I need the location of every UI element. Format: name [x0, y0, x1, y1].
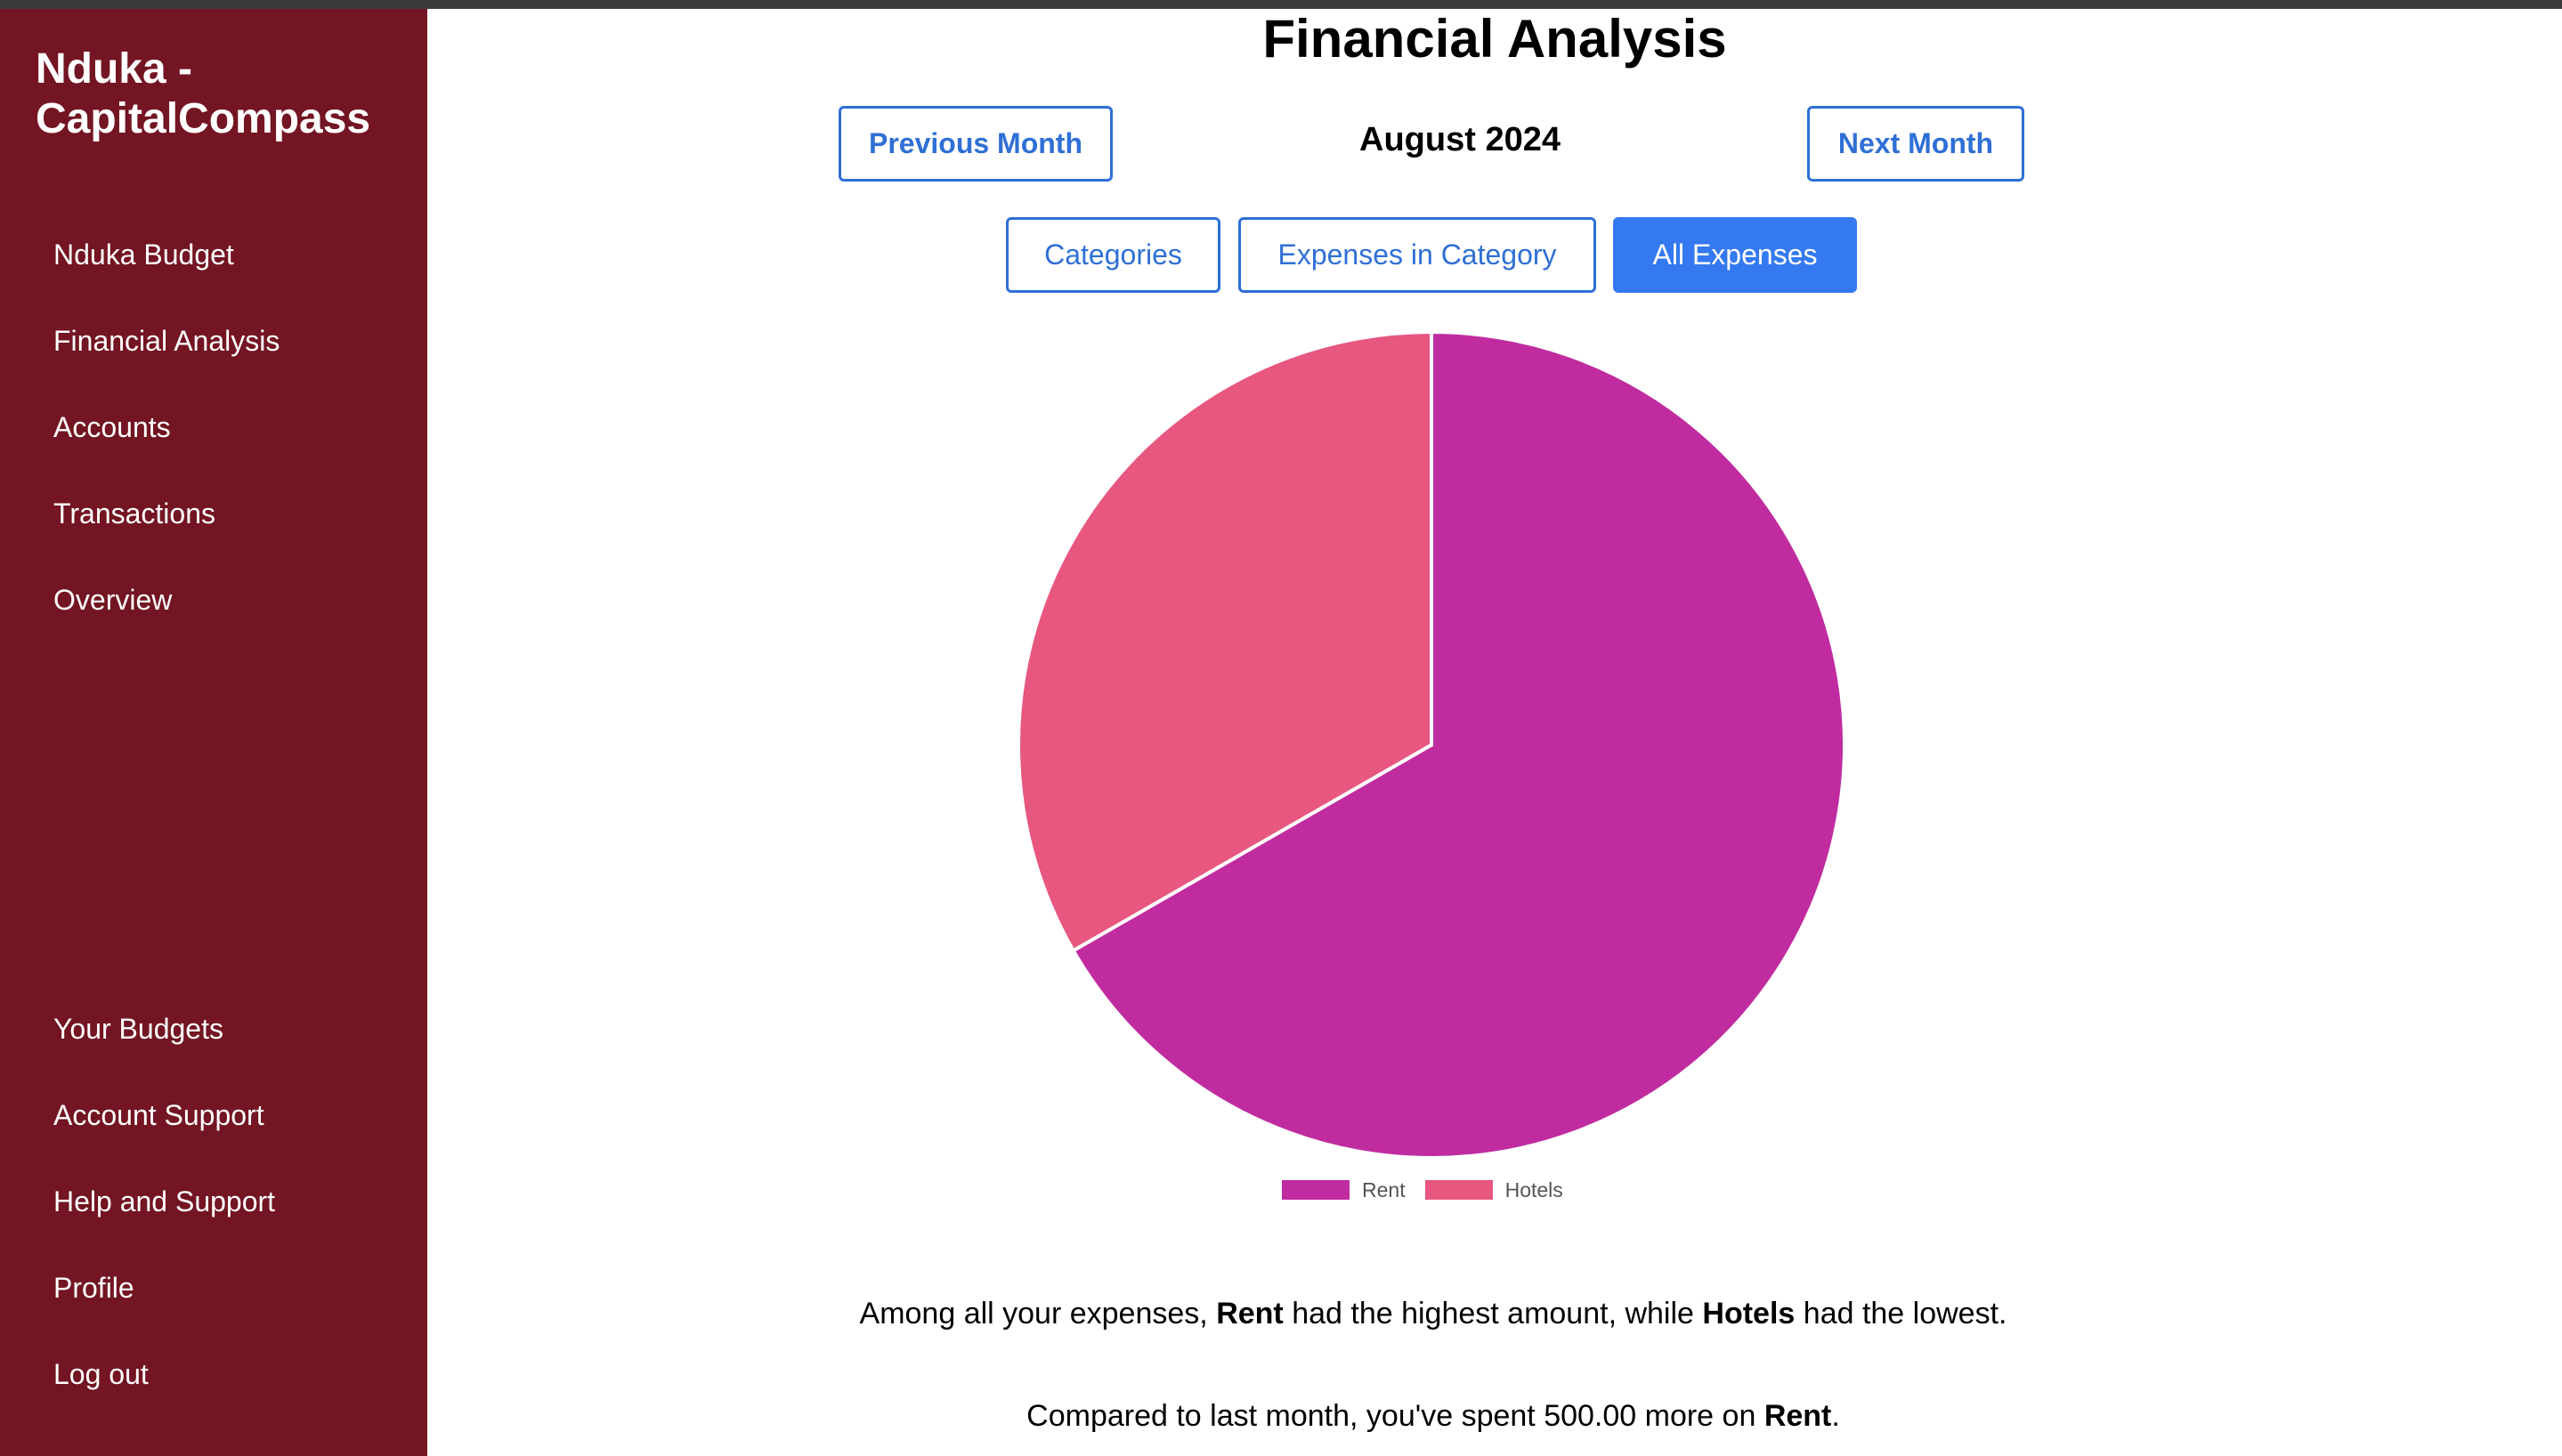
summary-highest-lowest: Among all your expenses, Rent had the hi… — [855, 1296, 2012, 1331]
sidebar: Nduka - CapitalCompass Nduka Budget Fina… — [0, 9, 427, 1456]
summary-line2-suffix: . — [1831, 1399, 1840, 1433]
summary-line1-suffix: had the lowest. — [1803, 1297, 2007, 1331]
sidebar-item-profile[interactable]: Profile — [53, 1270, 134, 1306]
sidebar-item-help-and-support[interactable]: Help and Support — [53, 1184, 275, 1219]
legend-item-rent[interactable]: Rent — [1282, 1178, 1406, 1202]
tab-all-expenses[interactable]: All Expenses — [1613, 217, 1857, 293]
current-month-label: August 2024 — [1359, 121, 1561, 158]
sidebar-item-transactions[interactable]: Transactions — [53, 496, 215, 531]
legend-swatch — [1282, 1180, 1350, 1200]
sidebar-item-nduka-budget[interactable]: Nduka Budget — [53, 237, 234, 272]
tab-expenses-in-category[interactable]: Expenses in Category — [1238, 217, 1596, 293]
summary-line2-prefix: Compared to last month, you've spent 500… — [1026, 1399, 1756, 1433]
sidebar-item-financial-analysis[interactable]: Financial Analysis — [53, 323, 280, 359]
summary-highest-category: Rent — [1216, 1297, 1284, 1331]
sidebar-item-your-budgets[interactable]: Your Budgets — [53, 1011, 223, 1047]
summary-lowest-category: Hotels — [1702, 1297, 1796, 1331]
tab-categories[interactable]: Categories — [1006, 217, 1220, 293]
sidebar-item-overview[interactable]: Overview — [53, 582, 172, 618]
legend-label: Rent — [1362, 1177, 1406, 1201]
sidebar-item-accounts[interactable]: Accounts — [53, 409, 171, 445]
legend-item-hotels[interactable]: Hotels — [1424, 1177, 1563, 1202]
chart-legend: Rent Hotels — [1282, 1175, 1583, 1205]
page-title: Financial Analysis — [1262, 9, 1727, 69]
next-month-button[interactable]: Next Month — [1807, 106, 2024, 182]
previous-month-button[interactable]: Previous Month — [839, 106, 1113, 182]
summary-line1-middle: had the highest amount, while — [1292, 1297, 1694, 1331]
summary-compared-category: Rent — [1763, 1399, 1832, 1433]
legend-label: Hotels — [1504, 1177, 1563, 1201]
summary-month-comparison: Compared to last month, you've spent 500… — [855, 1398, 2012, 1434]
expenses-pie-chart — [1017, 329, 1846, 1160]
sidebar-item-log-out[interactable]: Log out — [53, 1356, 149, 1392]
brand-title: Nduka - CapitalCompass — [36, 45, 371, 142]
sidebar-item-account-support[interactable]: Account Support — [53, 1097, 264, 1133]
legend-swatch — [1424, 1180, 1493, 1200]
summary-line1-prefix: Among all your expenses, — [859, 1297, 1208, 1331]
